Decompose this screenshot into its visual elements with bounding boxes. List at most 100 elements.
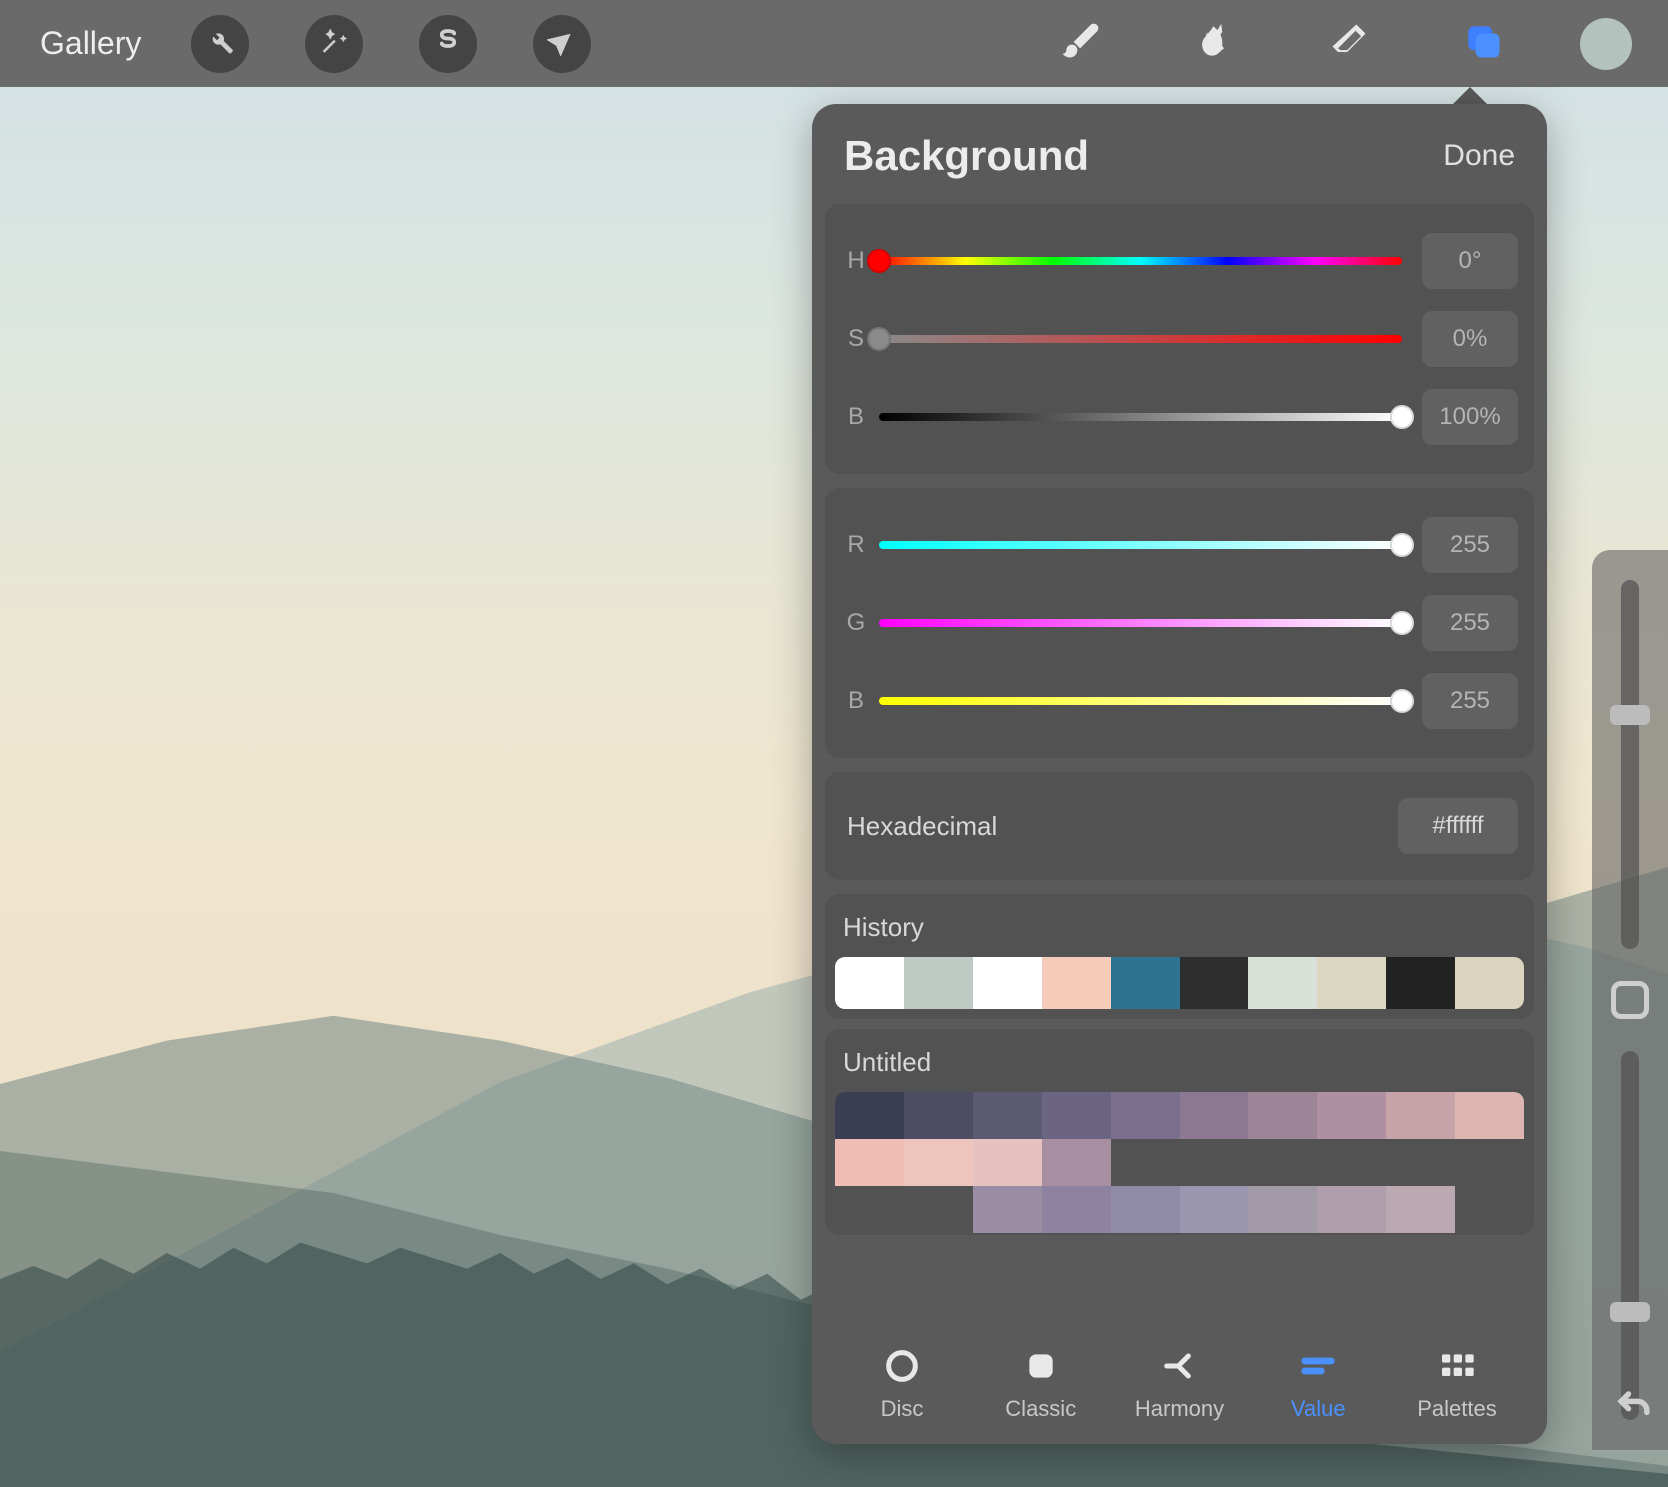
blue-value[interactable]: 255 xyxy=(1422,673,1518,729)
red-slider[interactable] xyxy=(879,541,1402,549)
palette-swatch[interactable] xyxy=(973,1092,1042,1139)
brush-tool[interactable] xyxy=(1036,19,1126,68)
brightness-slider[interactable] xyxy=(879,413,1402,421)
brush-size-thumb[interactable] xyxy=(1610,705,1650,725)
palette-swatch[interactable] xyxy=(973,1186,1042,1233)
palette-swatch[interactable] xyxy=(1042,1186,1111,1233)
harmony-icon xyxy=(1158,1344,1202,1388)
history-swatch[interactable] xyxy=(1317,957,1386,1009)
palette-swatch[interactable] xyxy=(1248,1092,1317,1139)
undo-button[interactable] xyxy=(1612,1383,1656,1432)
classic-icon xyxy=(1019,1344,1063,1388)
palette-empty-slot[interactable] xyxy=(1111,1139,1180,1186)
history-swatch[interactable] xyxy=(1386,957,1455,1009)
eraser-icon xyxy=(1327,19,1371,68)
red-value[interactable]: 255 xyxy=(1422,517,1518,573)
tab-classic[interactable]: Classic xyxy=(981,1344,1101,1422)
palette-swatch[interactable] xyxy=(904,1139,973,1186)
saturation-thumb[interactable] xyxy=(867,327,891,351)
brush-icon xyxy=(1059,19,1103,68)
value-icon xyxy=(1296,1344,1340,1388)
palette-swatch[interactable] xyxy=(835,1092,904,1139)
palette-swatch[interactable] xyxy=(1180,1092,1249,1139)
brush-size-slider[interactable] xyxy=(1621,580,1639,949)
opacity-slider[interactable] xyxy=(1621,1051,1639,1420)
palette-empty-slot[interactable] xyxy=(835,1186,904,1233)
arrow-icon xyxy=(547,26,577,61)
palette-row xyxy=(835,1186,1524,1233)
saturation-slider[interactable] xyxy=(879,335,1402,343)
tab-value[interactable]: Value xyxy=(1258,1344,1378,1422)
history-swatch[interactable] xyxy=(1042,957,1111,1009)
history-swatch[interactable] xyxy=(973,957,1042,1009)
history-swatch[interactable] xyxy=(1111,957,1180,1009)
color-mode-tabs: Disc Classic Harmony Value Palettes xyxy=(812,1330,1547,1444)
palette-swatch[interactable] xyxy=(904,1092,973,1139)
layers-button[interactable] xyxy=(1438,19,1528,68)
palette-swatch[interactable] xyxy=(1111,1092,1180,1139)
palette-empty-slot[interactable] xyxy=(1455,1139,1524,1186)
history-title: History xyxy=(835,908,1524,957)
palette-swatch[interactable] xyxy=(1455,1092,1524,1139)
tab-disc[interactable]: Disc xyxy=(842,1344,962,1422)
palette-swatch[interactable] xyxy=(1042,1139,1111,1186)
palette-swatch[interactable] xyxy=(1317,1092,1386,1139)
eraser-tool[interactable] xyxy=(1304,19,1394,68)
transform-button[interactable] xyxy=(533,15,591,73)
saturation-value[interactable]: 0% xyxy=(1422,311,1518,367)
palette-swatch[interactable] xyxy=(973,1139,1042,1186)
palette-swatch[interactable] xyxy=(835,1139,904,1186)
palette-row xyxy=(835,1139,1524,1186)
palette-swatch[interactable] xyxy=(1317,1186,1386,1233)
blue-thumb[interactable] xyxy=(1390,689,1414,713)
tab-palettes[interactable]: Palettes xyxy=(1397,1344,1517,1422)
gallery-button[interactable]: Gallery xyxy=(40,25,141,62)
palette-swatch[interactable] xyxy=(1042,1092,1111,1139)
done-button[interactable]: Done xyxy=(1443,139,1515,173)
s-icon xyxy=(433,26,463,61)
palette-swatch[interactable] xyxy=(1111,1186,1180,1233)
layers-icon xyxy=(1461,19,1505,68)
active-color-swatch[interactable] xyxy=(1580,18,1632,70)
hue-slider[interactable] xyxy=(879,257,1402,265)
opacity-thumb[interactable] xyxy=(1610,1302,1650,1322)
palette-empty-slot[interactable] xyxy=(1386,1139,1455,1186)
palette-empty-slot[interactable] xyxy=(1180,1139,1249,1186)
history-swatch[interactable] xyxy=(904,957,973,1009)
brightness-value[interactable]: 100% xyxy=(1422,389,1518,445)
brightness-thumb[interactable] xyxy=(1390,405,1414,429)
blue-slider[interactable] xyxy=(879,697,1402,705)
tab-harmony[interactable]: Harmony xyxy=(1120,1344,1240,1422)
palette-swatch[interactable] xyxy=(1386,1186,1455,1233)
hue-thumb[interactable] xyxy=(867,249,891,273)
palette-title: Untitled xyxy=(835,1043,1524,1092)
palette-swatch[interactable] xyxy=(1386,1092,1455,1139)
palette-swatch[interactable] xyxy=(1180,1186,1249,1233)
history-swatch[interactable] xyxy=(1248,957,1317,1009)
actions-button[interactable] xyxy=(191,15,249,73)
palette-empty-slot[interactable] xyxy=(1248,1139,1317,1186)
hue-value[interactable]: 0° xyxy=(1422,233,1518,289)
green-slider[interactable] xyxy=(879,619,1402,627)
selection-button[interactable] xyxy=(419,15,477,73)
green-label: G xyxy=(841,609,871,637)
red-thumb[interactable] xyxy=(1390,533,1414,557)
green-value[interactable]: 255 xyxy=(1422,595,1518,651)
right-sidebar xyxy=(1592,550,1668,1450)
smudge-tool[interactable] xyxy=(1170,19,1260,68)
history-swatch[interactable] xyxy=(835,957,904,1009)
history-swatch[interactable] xyxy=(1180,957,1249,1009)
rgb-slider-group: R 255 G 255 B 255 xyxy=(825,488,1534,758)
modify-button[interactable] xyxy=(1611,981,1649,1019)
palette-empty-slot[interactable] xyxy=(1317,1139,1386,1186)
green-thumb[interactable] xyxy=(1390,611,1414,635)
color-panel: Background Done H 0° S 0% B xyxy=(812,104,1547,1444)
adjustments-button[interactable] xyxy=(305,15,363,73)
brightness-label: B xyxy=(841,403,871,431)
wrench-icon xyxy=(205,26,235,61)
palette-swatch[interactable] xyxy=(1248,1186,1317,1233)
palette-empty-slot[interactable] xyxy=(904,1186,973,1233)
palette-empty-slot[interactable] xyxy=(1455,1186,1524,1233)
hex-input[interactable]: #ffffff xyxy=(1398,798,1518,854)
history-swatch[interactable] xyxy=(1455,957,1524,1009)
